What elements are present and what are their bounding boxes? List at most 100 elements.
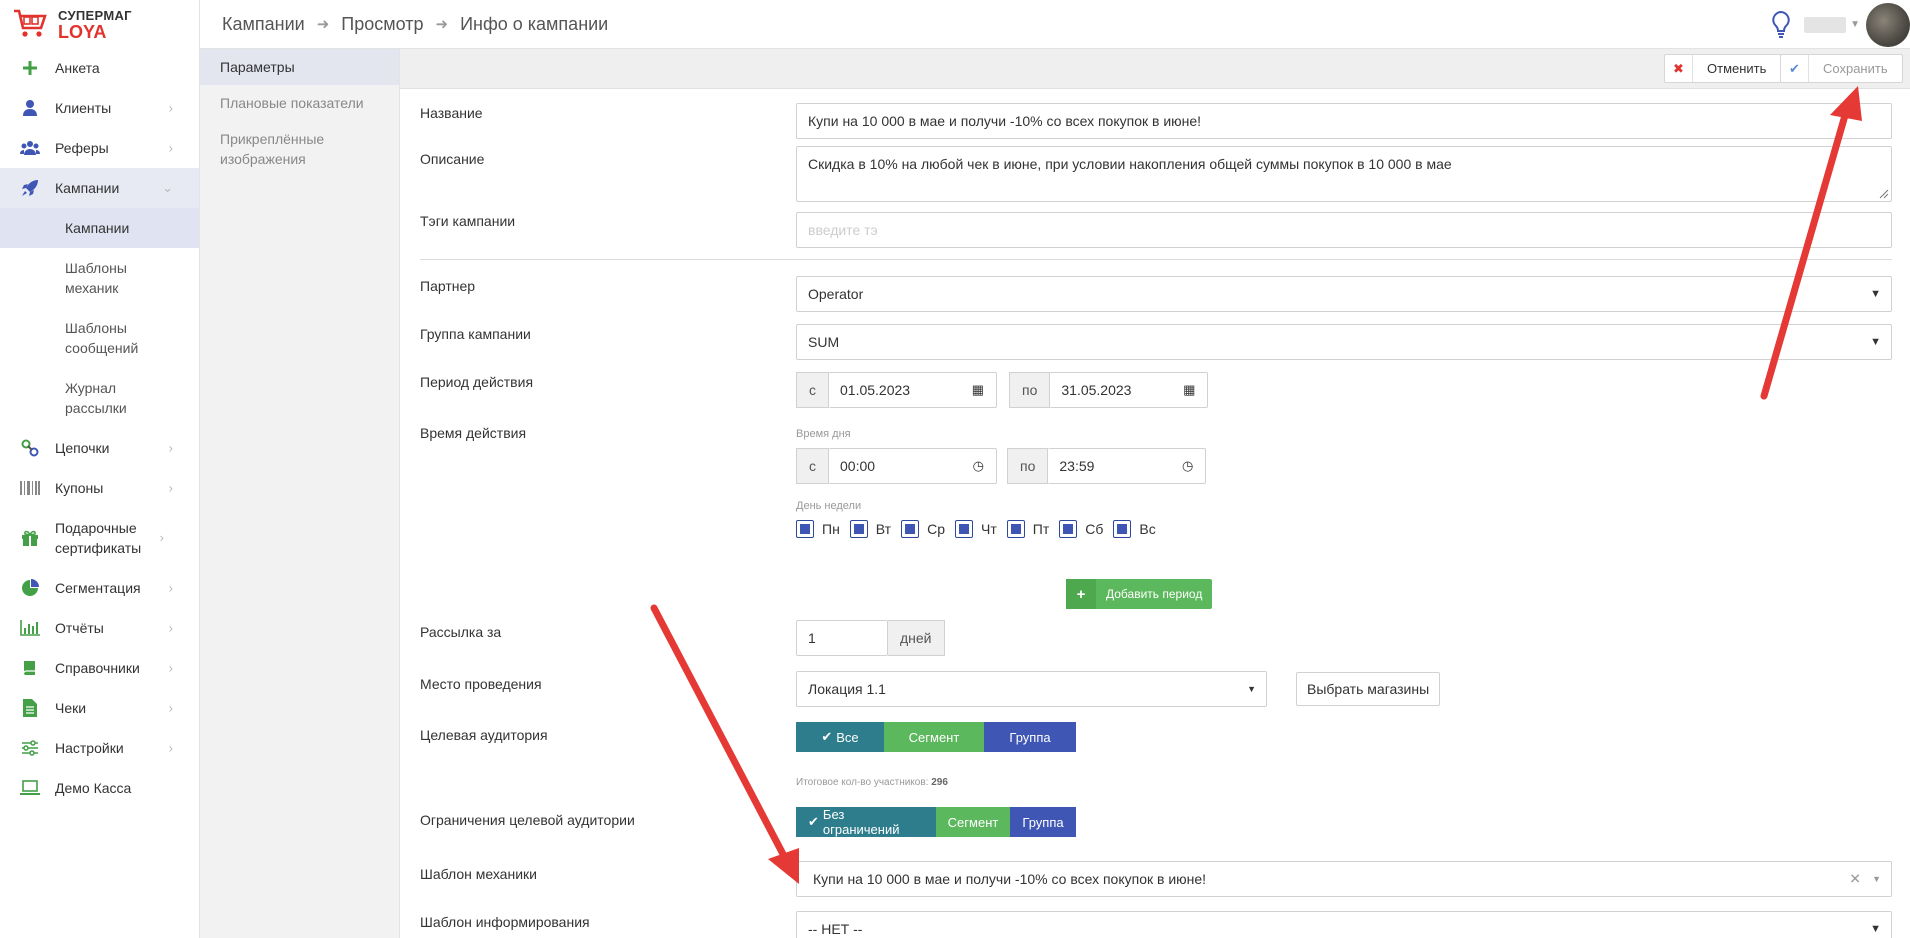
restrict-none-button[interactable]: ✔ Без ограничений bbox=[796, 807, 936, 837]
date-to-input[interactable]: 31.05.2023 ▦ bbox=[1050, 372, 1209, 408]
sliders-icon bbox=[20, 738, 40, 758]
chevron-down-icon: ▼ bbox=[1870, 336, 1881, 348]
nav-sub-mechanic-templates[interactable]: Шаблоны механик bbox=[0, 248, 170, 308]
time-label: Время действия bbox=[420, 425, 527, 441]
save-label: Сохранить bbox=[1823, 61, 1888, 76]
check-icon: ✔ bbox=[808, 814, 819, 829]
save-button[interactable]: ✔ Сохранить bbox=[1780, 54, 1903, 83]
place-value: Локация 1.1 bbox=[808, 681, 886, 697]
nav-item-settings[interactable]: Настройки › bbox=[0, 728, 199, 768]
bar-chart-icon bbox=[20, 618, 40, 638]
breadcrumb: Кампании ➜ Просмотр ➜ Инфо о кампании bbox=[200, 14, 608, 35]
weekday-checkbox-tue[interactable]: Вт bbox=[849, 520, 891, 538]
rocket-icon bbox=[20, 178, 40, 198]
to-addon: по bbox=[1007, 448, 1049, 484]
weekday-checkbox-mon[interactable]: Пн bbox=[796, 520, 840, 538]
subnav-plan-indicators[interactable]: Плановые показатели bbox=[200, 85, 399, 121]
nav-item-referers[interactable]: Реферы › bbox=[0, 128, 199, 168]
clear-icon[interactable]: ✕ bbox=[1849, 871, 1861, 888]
nav-item-demo-pos[interactable]: Демо Касса bbox=[0, 768, 199, 808]
restrict-toggle: ✔ Без ограничений Сегмент Группа bbox=[796, 807, 1076, 837]
partner-label: Партнер bbox=[420, 278, 476, 294]
weekday-checkbox-wed[interactable]: Ср bbox=[901, 520, 945, 538]
cancel-button[interactable]: ✖ Отменить bbox=[1664, 54, 1782, 83]
users-icon bbox=[20, 138, 40, 158]
date-from-input[interactable]: 01.05.2023 ▦ bbox=[829, 372, 997, 408]
nav-label: Демо Касса bbox=[55, 780, 132, 796]
nav-item-chains[interactable]: Цепочки › bbox=[0, 428, 199, 468]
weekday-checkbox-fri[interactable]: Пт bbox=[1006, 520, 1049, 538]
audience-all-button[interactable]: ✔ Все bbox=[796, 722, 884, 752]
group-value: SUM bbox=[808, 334, 840, 350]
time-to-input[interactable]: 23:59 ◷ bbox=[1048, 448, 1207, 484]
check-icon: ✔ bbox=[1781, 55, 1809, 82]
calendar-icon[interactable]: ▦ bbox=[972, 382, 984, 398]
choose-stores-button[interactable]: Выбрать магазины bbox=[1296, 672, 1441, 706]
subnav-attached-images[interactable]: Прикреплённые изображения bbox=[200, 121, 340, 177]
nav-sub-campaigns[interactable]: Кампании bbox=[0, 208, 199, 248]
brand-logo[interactable]: СУПЕРМАГ LOYA bbox=[0, 0, 199, 48]
partner-select[interactable]: Operator ▼ bbox=[796, 276, 1892, 312]
restrict-segment-button[interactable]: Сегмент bbox=[936, 807, 1010, 837]
weekday-checkbox-thu[interactable]: Чт bbox=[955, 520, 997, 538]
user-name[interactable] bbox=[1804, 16, 1847, 33]
nav-label: Сегментация bbox=[55, 580, 141, 596]
mailing-days-input[interactable]: 1 bbox=[796, 620, 888, 656]
breadcrumb-item[interactable]: Кампании bbox=[222, 14, 305, 35]
calendar-icon[interactable]: ▦ bbox=[1183, 382, 1195, 398]
add-period-button[interactable]: + Добавить период bbox=[1066, 579, 1213, 609]
nav-item-gift-certificates[interactable]: Подарочные сертификаты › bbox=[0, 508, 190, 568]
nav-item-receipts[interactable]: Чеки › bbox=[0, 688, 199, 728]
audience-segment-button[interactable]: Сегмент bbox=[884, 722, 984, 752]
time-from-input[interactable]: 00:00 ◷ bbox=[829, 448, 997, 484]
chevron-right-icon: › bbox=[168, 140, 173, 156]
nav-sub-message-templates[interactable]: Шаблоны сообщений bbox=[0, 308, 170, 368]
audience-group-button[interactable]: Группа bbox=[984, 722, 1076, 752]
subnav-params[interactable]: Параметры bbox=[200, 49, 399, 85]
weekday-text: Пн bbox=[822, 521, 840, 537]
mechanic-select[interactable]: Купи на 10 000 в мае и получи -10% со вс… bbox=[796, 861, 1892, 897]
tags-input[interactable]: введите тэ bbox=[796, 212, 1892, 248]
nav-sub-mailing-log[interactable]: Журнал рассылки bbox=[0, 368, 170, 428]
lightbulb-icon[interactable] bbox=[1770, 10, 1792, 40]
nav-sub-label: Кампании bbox=[65, 220, 130, 236]
weekday-checkbox-sun[interactable]: Вс bbox=[1113, 520, 1156, 538]
laptop-icon bbox=[20, 778, 40, 798]
nav-item-anketa[interactable]: Анкета bbox=[0, 48, 199, 88]
description-textarea[interactable]: Скидка в 10% на любой чек в июне, при ус… bbox=[796, 146, 1892, 202]
resize-handle-icon[interactable] bbox=[1879, 189, 1889, 199]
restrict-group-button[interactable]: Группа bbox=[1010, 807, 1076, 837]
caret-down-icon[interactable]: ▼ bbox=[1850, 19, 1860, 30]
name-input[interactable]: Купи на 10 000 в мае и получи -10% со вс… bbox=[796, 103, 1892, 139]
nav-item-coupons[interactable]: Купоны › bbox=[0, 468, 199, 508]
mailing-group: 1 дней bbox=[796, 620, 945, 656]
pie-icon bbox=[20, 578, 40, 598]
breadcrumb-item[interactable]: Просмотр bbox=[341, 14, 423, 35]
chevron-down-icon: ▼ bbox=[1870, 288, 1881, 300]
nav-item-segmentation[interactable]: Сегментация › bbox=[0, 568, 199, 608]
place-select[interactable]: Локация 1.1 ▼ bbox=[796, 671, 1267, 707]
chevron-right-icon: › bbox=[168, 620, 173, 636]
nav-item-directories[interactable]: Справочники › bbox=[0, 648, 199, 688]
total-participants: Итоговое кол-во участников: 296 bbox=[796, 777, 948, 788]
main-nav: Анкета Клиенты › Реферы › Кампании ⌄ Кам… bbox=[0, 48, 199, 808]
nav-item-clients[interactable]: Клиенты › bbox=[0, 88, 199, 128]
clock-icon[interactable]: ◷ bbox=[1182, 458, 1193, 474]
nav-item-campaigns[interactable]: Кампании ⌄ bbox=[0, 168, 199, 208]
group-select[interactable]: SUM ▼ bbox=[796, 324, 1892, 360]
time-from-group: с 00:00 ◷ bbox=[796, 448, 997, 484]
gift-icon bbox=[20, 528, 40, 548]
weekday-checkbox-sat[interactable]: Сб bbox=[1059, 520, 1103, 538]
nav-item-reports[interactable]: Отчёты › bbox=[0, 608, 199, 648]
inform-select[interactable]: -- НЕТ -- ▼ bbox=[796, 911, 1892, 938]
weekday-text: Вс bbox=[1139, 521, 1156, 537]
arrow-right-icon: ➜ bbox=[435, 16, 449, 33]
period-to-group: по 31.05.2023 ▦ bbox=[1009, 372, 1209, 408]
nav-label: Кампании bbox=[55, 180, 120, 196]
description-text: Скидка в 10% на любой чек в июне, при ус… bbox=[808, 156, 1452, 172]
avatar[interactable] bbox=[1866, 2, 1910, 47]
section-subnav: Параметры Плановые показатели Прикреплён… bbox=[200, 49, 400, 938]
description-label: Описание bbox=[420, 151, 485, 167]
nav-label: Справочники bbox=[55, 660, 140, 676]
clock-icon[interactable]: ◷ bbox=[973, 458, 984, 474]
